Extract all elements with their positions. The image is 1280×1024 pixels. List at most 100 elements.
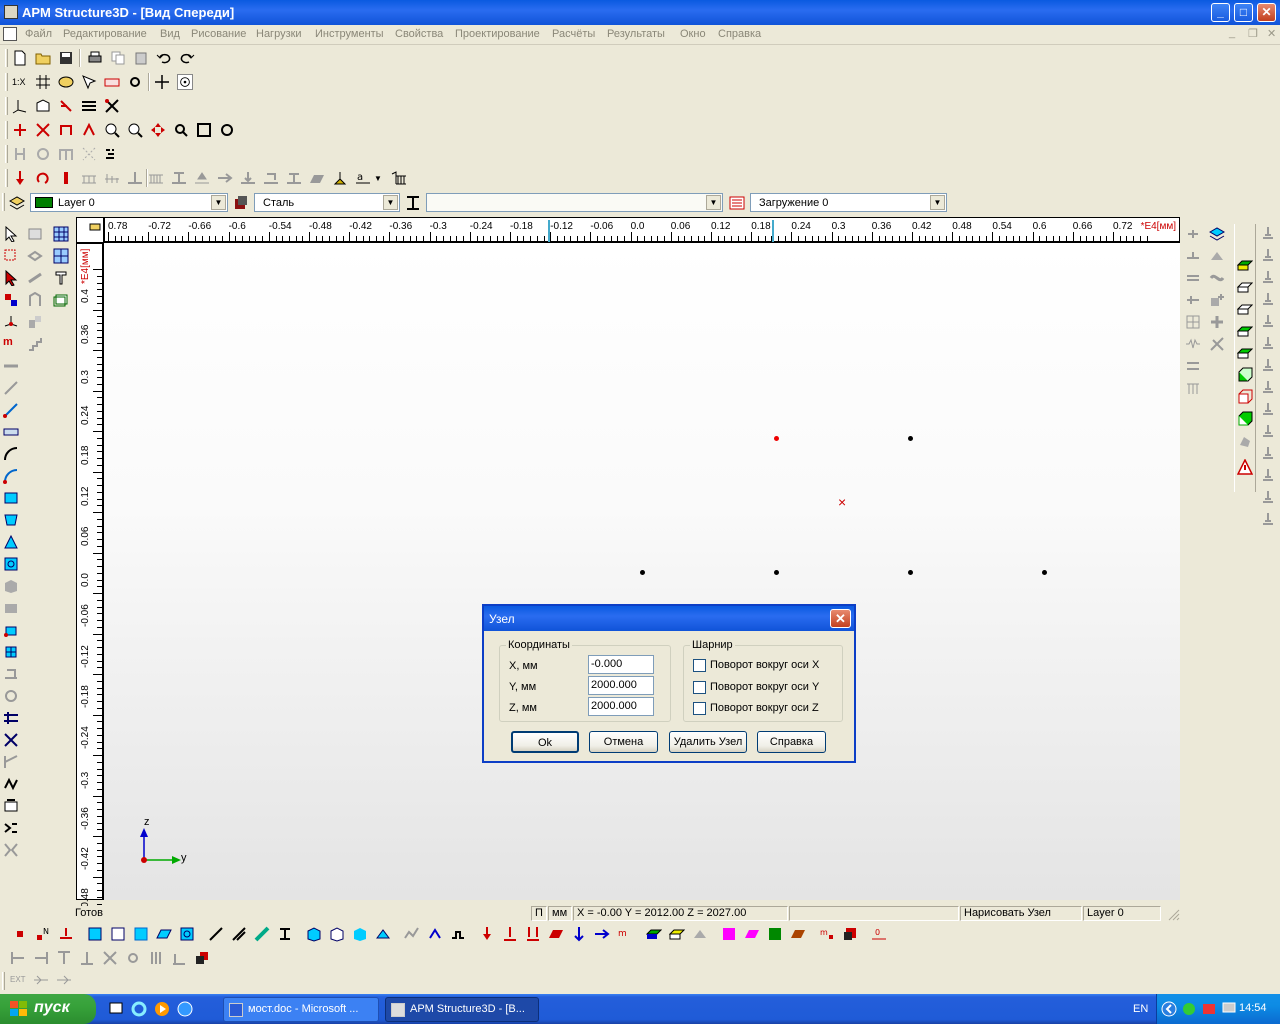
warning-icon[interactable] (1237, 459, 1253, 475)
color-pink-icon[interactable] (744, 926, 760, 942)
load-view-icon[interactable] (479, 926, 495, 942)
temperature-icon[interactable] (58, 170, 74, 186)
load-table-icon[interactable] (391, 170, 407, 186)
new-file-icon[interactable] (12, 50, 28, 66)
tray-chevron-icon[interactable] (1161, 1001, 1177, 1017)
print-icon[interactable] (87, 50, 103, 66)
view-side-icon[interactable] (35, 122, 51, 138)
draw-triangle-icon[interactable] (3, 534, 19, 550)
toolbar-grip[interactable] (5, 169, 8, 187)
shell-view-icon[interactable] (156, 926, 172, 942)
node[interactable] (640, 570, 645, 575)
z-field[interactable]: 2000.000 (588, 697, 654, 716)
solid-green-2-icon[interactable] (1237, 411, 1253, 427)
grid-icon[interactable] (35, 74, 51, 90)
drawing-canvas[interactable]: × z y (104, 243, 1180, 900)
color-magenta-icon[interactable] (721, 926, 737, 942)
points-icon[interactable] (104, 146, 120, 162)
paste-icon[interactable] (133, 50, 149, 66)
draw-mesh-icon[interactable] (3, 556, 19, 572)
plate-outline-2-icon[interactable] (1237, 301, 1253, 317)
plate-outline-view-icon[interactable] (110, 926, 126, 942)
task-apm[interactable]: APM Structure3D - [В... (385, 997, 539, 1022)
iso-shaded-icon[interactable] (352, 926, 368, 942)
lock-icon[interactable] (89, 220, 101, 231)
check-icon[interactable] (3, 820, 19, 836)
bar-view-icon[interactable] (208, 926, 224, 942)
select-properties-icon[interactable] (81, 74, 97, 90)
copy-nodes-icon[interactable] (3, 622, 19, 638)
distributed-view-icon[interactable] (525, 926, 541, 942)
plate-outline-icon[interactable] (1237, 279, 1253, 295)
iso-section-icon[interactable] (375, 926, 391, 942)
scale-button[interactable]: 1:X (12, 77, 28, 93)
draw-arc-icon[interactable] (3, 446, 19, 462)
mdi-close-button[interactable]: ✕ (1267, 27, 1276, 40)
mass-view-icon[interactable]: m (617, 926, 633, 942)
crosshair-icon[interactable] (154, 74, 170, 90)
axes-view-icon[interactable] (12, 98, 28, 114)
iso-view-icon[interactable] (35, 98, 51, 114)
task-word[interactable]: мост.doc - Microsoft ... (223, 997, 379, 1022)
copy-icon[interactable] (110, 50, 126, 66)
app-icon[interactable] (4, 5, 18, 19)
menu-results[interactable]: Результаты (607, 28, 665, 40)
ie-icon[interactable] (131, 1001, 147, 1017)
layer-green-icon[interactable] (646, 926, 662, 942)
node-selected[interactable] (774, 436, 779, 441)
rot-z-checkbox[interactable] (693, 702, 706, 715)
minimize-button[interactable]: _ (1211, 3, 1230, 22)
toolbar-grip[interactable] (2, 972, 5, 990)
select-arrow-icon[interactable] (3, 226, 19, 242)
menu-tools[interactable]: Инструменты (315, 28, 384, 40)
moment-icon[interactable] (35, 170, 51, 186)
force-icon[interactable] (12, 170, 28, 186)
menu-help[interactable]: Справка (718, 28, 761, 40)
layers-view-icon[interactable] (81, 98, 97, 114)
chevron-down-icon[interactable]: ▼ (211, 195, 226, 210)
menu-calculations[interactable]: Расчёты (552, 28, 595, 40)
menu-properties[interactable]: Свойства (395, 28, 443, 40)
dialog-titlebar[interactable]: Узел ✕ (484, 606, 854, 631)
desktop-icon[interactable] (108, 1001, 124, 1017)
snap-icon[interactable] (177, 74, 193, 90)
palette-icon[interactable] (58, 74, 74, 90)
mass-icon[interactable]: m (3, 336, 19, 352)
layer-yellow-icon[interactable] (669, 926, 685, 942)
chevron-down-icon[interactable]: ▼ (383, 195, 398, 210)
truss-generator-icon[interactable] (53, 226, 69, 242)
mesh-view-icon[interactable] (179, 926, 195, 942)
start-button[interactable]: пуск (0, 994, 96, 1024)
antivirus-icon[interactable] (1201, 1001, 1217, 1017)
draw-curve-icon[interactable] (3, 468, 19, 484)
layer-stack-icon[interactable] (1209, 226, 1225, 242)
temp-view-icon[interactable] (571, 926, 587, 942)
load-arrow-icon[interactable] (502, 926, 518, 942)
draw-plate-icon[interactable] (3, 490, 19, 506)
toolbar-grip[interactable] (5, 97, 8, 115)
layers-icon[interactable] (9, 195, 25, 211)
monitor-icon[interactable] (1221, 1001, 1237, 1017)
select-node-icon[interactable] (3, 270, 19, 286)
view-top-icon[interactable] (58, 122, 74, 138)
toolbar-grip[interactable] (5, 49, 8, 67)
toolbar-grip[interactable] (5, 73, 8, 91)
menu-window[interactable]: Окно (680, 28, 706, 40)
color-green-icon[interactable] (767, 926, 783, 942)
menu-edit[interactable]: Редактирование (63, 28, 147, 40)
menu-file[interactable]: Файл (25, 28, 52, 40)
menu-view[interactable]: Вид (160, 28, 180, 40)
properties-icon[interactable] (3, 798, 19, 814)
open-folder-icon[interactable] (35, 50, 51, 66)
browser-icon[interactable] (177, 1001, 193, 1017)
media-player-icon[interactable] (154, 1001, 170, 1017)
plate-generator-icon[interactable] (53, 292, 69, 308)
section-select[interactable]: ▼ (426, 193, 723, 212)
help-button[interactable]: Справка (757, 731, 826, 753)
dialog-close-button[interactable]: ✕ (830, 609, 851, 628)
rot-y-checkbox[interactable] (693, 681, 706, 694)
support-load-icon[interactable] (332, 170, 348, 186)
color-brown-icon[interactable] (790, 926, 806, 942)
plate-load-view-icon[interactable] (548, 926, 564, 942)
dropdown-arrow-icon[interactable]: ▼ (374, 174, 390, 190)
